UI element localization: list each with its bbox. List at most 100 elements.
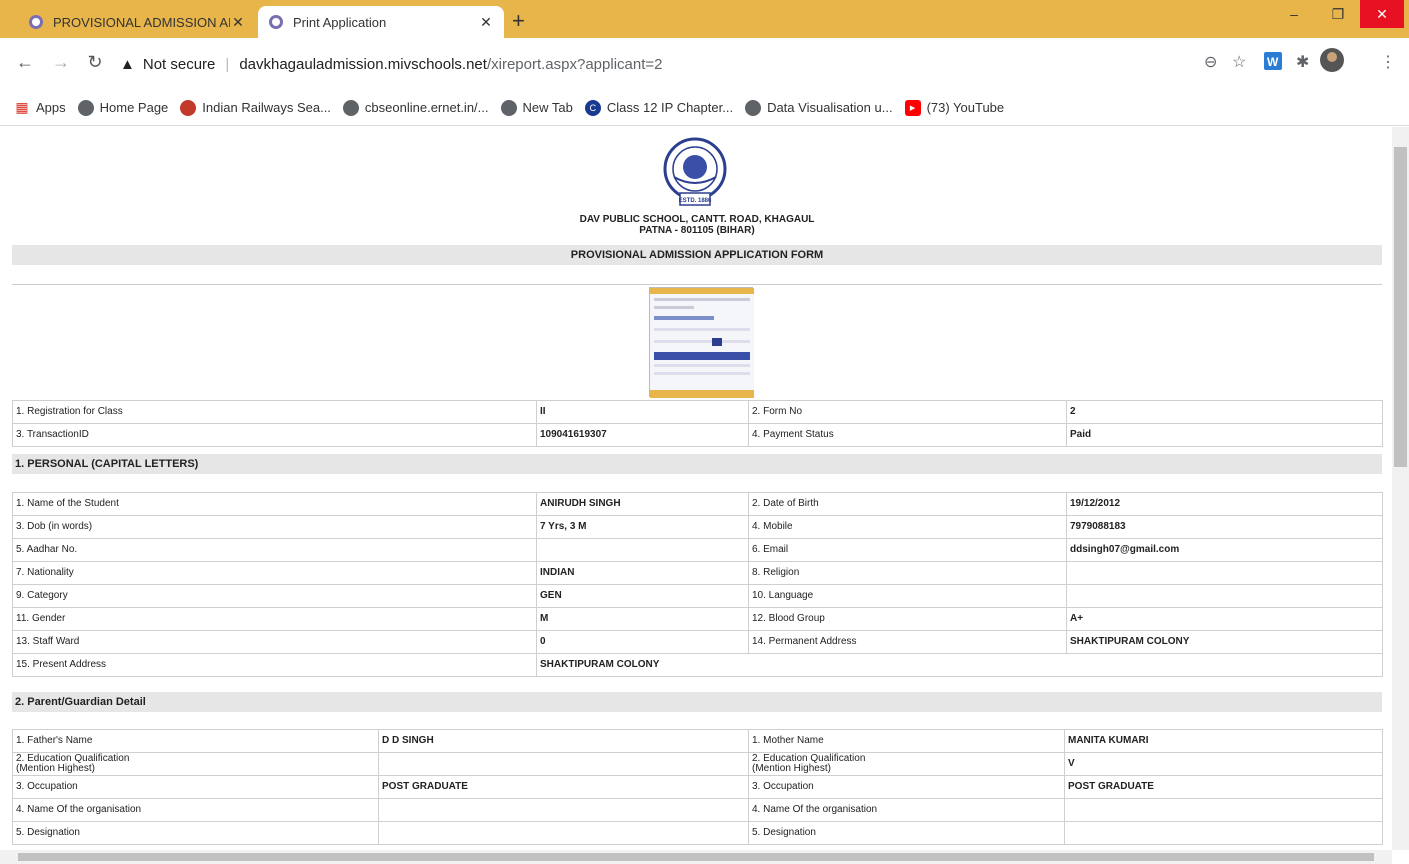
warning-triangle-icon[interactable]: ▲ — [120, 56, 135, 73]
field-value: POST GRADUATE — [378, 775, 749, 799]
bookmark-label: Apps — [36, 100, 66, 115]
field-label: 2. Form No — [748, 400, 1067, 424]
field-label: 10. Language — [748, 584, 1067, 608]
horizontal-scrollbar[interactable] — [0, 850, 1392, 864]
field-value: ddsingh07@gmail.com — [1066, 538, 1383, 562]
bookmarks-bar: ▦ Apps Home Page Indian Railways Sea... cbse… — [0, 90, 1409, 126]
close-icon[interactable]: ✕ — [478, 14, 494, 31]
bookmark-item[interactable]: New Tab — [500, 99, 573, 116]
table-row: 2. Education Qualification (Mention High… — [12, 752, 1383, 776]
field-value — [536, 538, 749, 562]
bookmark-item[interactable]: Home Page — [77, 99, 169, 116]
field-value: SHAKTIPURAM COLONY — [1066, 630, 1383, 654]
table-row: 5. Aadhar No. 6. Email ddsingh07@gmail.com — [12, 538, 1383, 562]
svg-text:W: W — [1267, 55, 1279, 69]
field-label: 15. Present Address — [12, 653, 537, 677]
field-value: 109041619307 — [536, 423, 749, 447]
extensions-puzzle-icon[interactable]: ✱ — [1296, 52, 1309, 72]
bookmark-item[interactable]: cbseonline.ernet.in/... — [342, 99, 489, 116]
minimize-icon[interactable]: – — [1272, 0, 1316, 28]
table-row: 1. Father's Name D D SINGH 1. Mother Name M… — [12, 729, 1383, 753]
bookmark-item[interactable]: Indian Railways Sea... — [180, 99, 331, 116]
field-label: 4. Name Of the organisation — [748, 798, 1065, 822]
field-label: 3. Occupation — [748, 775, 1065, 799]
window-close-icon[interactable]: ✕ — [1360, 0, 1404, 28]
field-value: 0 — [536, 630, 749, 654]
bookmark-label: New Tab — [522, 100, 573, 115]
table-row: 13. Staff Ward 0 14. Permanent Address SHAK… — [12, 630, 1383, 654]
menu-kebab-icon[interactable]: ⋮ — [1380, 52, 1396, 72]
security-label[interactable]: Not secure — [143, 56, 216, 73]
close-icon[interactable]: ✕ — [230, 14, 246, 31]
field-value: 2 — [1066, 400, 1383, 424]
field-value — [378, 798, 749, 822]
c-logo-icon: C — [584, 99, 601, 116]
star-icon[interactable]: ☆ — [1232, 52, 1246, 72]
field-label: 2. Education Qualification (Mention High… — [12, 752, 379, 776]
tab-print-application[interactable]: Print Application ✕ — [258, 6, 504, 38]
divider — [12, 284, 1382, 285]
url-host: davkhagauladmission.mivschools.net — [239, 55, 487, 73]
vertical-scrollbar[interactable] — [1392, 127, 1409, 850]
bookmark-item[interactable]: Data Visualisation u... — [745, 99, 893, 116]
bookmark-item[interactable]: ▦ Apps — [14, 99, 66, 116]
tab-provisional-admission[interactable]: PROVISIONAL ADMISSION APPLI ✕ — [18, 6, 256, 38]
field-label: 1. Mother Name — [748, 729, 1065, 753]
table-row: 3. Dob (in words) 7 Yrs, 3 M 4. Mobile 7979… — [12, 515, 1383, 539]
bookmark-label: Class 12 IP Chapter... — [606, 100, 734, 115]
globe-icon — [342, 99, 359, 116]
bookmark-label: Data Visualisation u... — [767, 100, 893, 115]
globe-icon — [77, 99, 94, 116]
browser-toolbar: ← → ↻ ▲ Not secure | davkhagauladmission… — [0, 38, 1409, 90]
table-row: 3. TransactionID 109041619307 4. Payment S… — [12, 423, 1383, 447]
scroll-thumb[interactable] — [18, 853, 1374, 861]
scroll-thumb[interactable] — [1394, 147, 1407, 467]
field-value: D D SINGH — [378, 729, 749, 753]
bookmark-label: Indian Railways Sea... — [202, 100, 331, 115]
reload-icon[interactable]: ↻ — [84, 52, 106, 73]
field-label: 4. Name Of the organisation — [12, 798, 379, 822]
field-label: 1. Father's Name — [12, 729, 379, 753]
field-value: POST GRADUATE — [1064, 775, 1383, 799]
field-label: 7. Nationality — [12, 561, 537, 585]
railways-icon — [180, 99, 197, 116]
table-row: 3. Occupation POST GRADUATE 3. Occupation P… — [12, 775, 1383, 799]
field-label: 9. Category — [12, 584, 537, 608]
table-row: 1. Name of the Student ANIRUDH SINGH 2. Da… — [12, 492, 1383, 516]
restore-icon[interactable]: ❐ — [1316, 0, 1360, 28]
field-value — [378, 821, 749, 845]
parent-details-table: 1. Father's Name D D SINGH 1. Mother Name M… — [12, 729, 1383, 845]
field-value — [1064, 798, 1383, 822]
forward-arrow-icon[interactable]: → — [50, 52, 72, 73]
word-extension-icon[interactable]: W — [1264, 52, 1282, 75]
field-value: 19/12/2012 — [1066, 492, 1383, 516]
field-label: 2. Education Qualification (Mention High… — [748, 752, 1065, 776]
school-logo: ESTD. 1886 — [660, 137, 730, 209]
globe-icon — [500, 99, 517, 116]
bookmark-label: Home Page — [99, 100, 169, 115]
address-bar[interactable]: ▲ Not secure | davkhagauladmission.mivsc… — [112, 46, 1338, 82]
bookmark-item[interactable]: ▶ (73) YouTube — [904, 99, 1005, 116]
apps-grid-icon: ▦ — [15, 99, 29, 115]
school-favicon-icon — [268, 14, 284, 30]
school-name: DAV PUBLIC SCHOOL, CANTT. ROAD, KHAGAUL … — [12, 214, 1382, 236]
back-arrow-icon[interactable]: ← — [14, 52, 36, 73]
bookmark-item[interactable]: C Class 12 IP Chapter... — [584, 99, 734, 116]
field-label: 14. Permanent Address — [748, 630, 1067, 654]
field-label: 3. Dob (in words) — [12, 515, 537, 539]
url-path: /xireport.aspx?applicant=2 — [486, 55, 663, 73]
zoom-icon[interactable]: ⊖ — [1204, 52, 1217, 72]
logo-estd-text: ESTD. 1886 — [679, 198, 712, 204]
field-label: 1. Registration for Class — [12, 400, 537, 424]
personal-section-heading: 1. PERSONAL (CAPITAL LETTERS) — [12, 454, 1382, 474]
table-row: 15. Present Address SHAKTIPURAM COLONY — [12, 653, 1383, 677]
new-tab-plus-icon[interactable]: + — [512, 10, 525, 32]
field-label: 5. Aadhar No. — [12, 538, 537, 562]
profile-avatar-icon[interactable] — [1320, 48, 1344, 77]
bookmark-label: (73) YouTube — [926, 100, 1005, 115]
school-favicon-icon — [28, 14, 44, 30]
field-value: Paid — [1066, 423, 1383, 447]
field-label: 3. TransactionID — [12, 423, 537, 447]
parent-section-heading: 2. Parent/Guardian Detail — [12, 692, 1382, 712]
field-value: SHAKTIPURAM COLONY — [536, 653, 1383, 677]
